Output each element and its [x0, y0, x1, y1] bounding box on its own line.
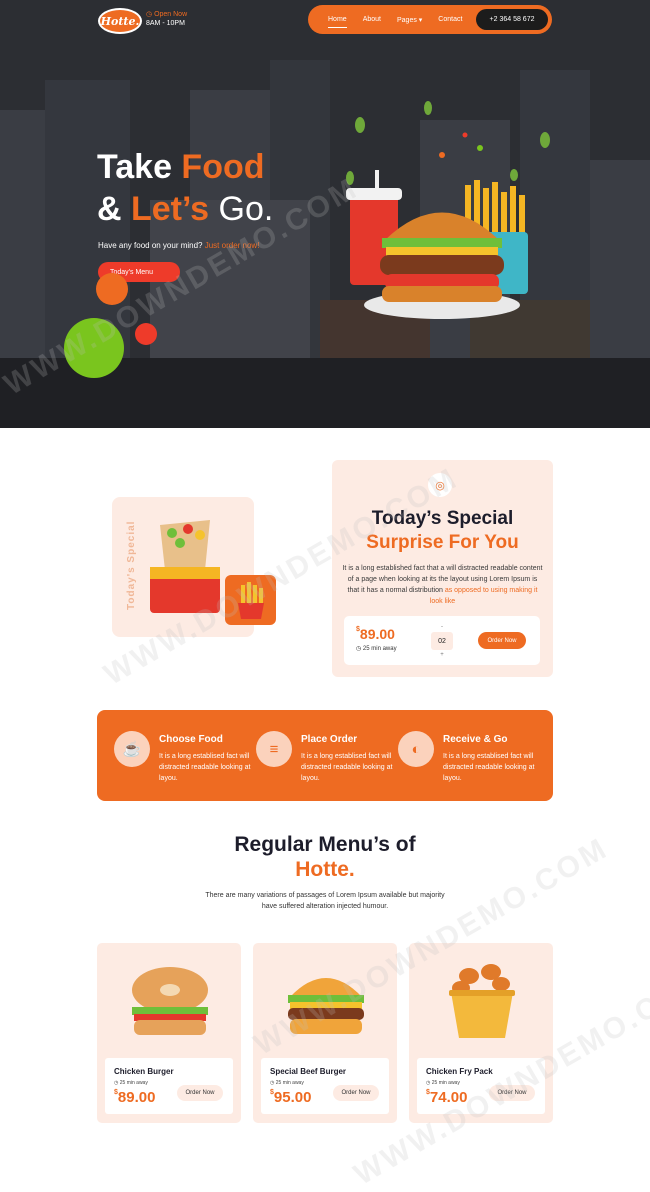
- menu-item-name[interactable]: Chicken Fry Pack: [426, 1067, 493, 1076]
- menu-item-time: ◷ 25 min away: [426, 1080, 460, 1086]
- qty-minus-button[interactable]: -: [441, 624, 443, 630]
- logo[interactable]: Hotte.: [98, 8, 142, 34]
- page: Hotte. ◷ Open Now 8AM - 10PM Home About …: [0, 0, 650, 1192]
- menu-item-price: $89.00: [114, 1089, 156, 1106]
- order-now-button[interactable]: Order Now: [177, 1085, 223, 1101]
- vertical-label: Today's Special: [126, 520, 137, 610]
- step-title: Receive & Go: [443, 734, 508, 745]
- menu-item-time: ◷ 25 min away: [114, 1080, 148, 1086]
- delivery-icon: ◐: [398, 731, 434, 767]
- step-description: It is a long establised fact will distra…: [159, 753, 251, 782]
- fried-chicken-image: [449, 964, 515, 1038]
- nav-home[interactable]: Home: [328, 16, 347, 28]
- delivery-time: ◷ 25 min away: [356, 646, 397, 652]
- nav-about[interactable]: About: [363, 16, 381, 23]
- special-order-button[interactable]: Order Now: [478, 632, 526, 649]
- qty-plus-button[interactable]: +: [440, 652, 444, 658]
- step-title: Place Order: [301, 734, 358, 745]
- menu-description: There are many variations of passages of…: [205, 892, 445, 910]
- building: [590, 160, 650, 370]
- special-price: $89.00: [356, 626, 395, 642]
- step-description: It is a long establised fact will distra…: [301, 753, 393, 782]
- order-now-button[interactable]: Order Now: [333, 1085, 379, 1101]
- burger-icon: ≡: [256, 731, 292, 767]
- qty-value: 02: [431, 632, 453, 650]
- step-title: Choose Food: [159, 734, 223, 745]
- chicken-burger-image: [132, 967, 208, 1035]
- special-description: It is a long established fact that a wil…: [342, 565, 543, 605]
- building: [0, 110, 50, 370]
- main-nav: Home About Pages ▾ Contact +2 364 58 672: [308, 5, 552, 34]
- food-bowl-icon: ☕: [114, 731, 150, 767]
- menu-item-name[interactable]: Special Beef Burger: [270, 1067, 346, 1076]
- nav-contact[interactable]: Contact: [438, 16, 462, 23]
- step-description: It is a long establised fact will distra…: [443, 753, 535, 782]
- quantity-stepper: - 02 +: [428, 624, 456, 658]
- phone-button[interactable]: +2 364 58 672: [476, 9, 548, 30]
- burger-combo-illustration: [346, 101, 550, 319]
- hero-title: Take Food & Let’s Go.: [97, 148, 274, 228]
- menu-item-time: ◷ 25 min away: [270, 1080, 304, 1086]
- menu-item-price: $95.00: [270, 1089, 312, 1106]
- open-hours: ◷ Open Now 8AM - 10PM: [146, 11, 188, 27]
- nav-pages[interactable]: Pages ▾: [397, 16, 422, 24]
- menu-item-name[interactable]: Chicken Burger: [114, 1067, 174, 1076]
- menu-title: Regular Menu’s of: [234, 833, 416, 856]
